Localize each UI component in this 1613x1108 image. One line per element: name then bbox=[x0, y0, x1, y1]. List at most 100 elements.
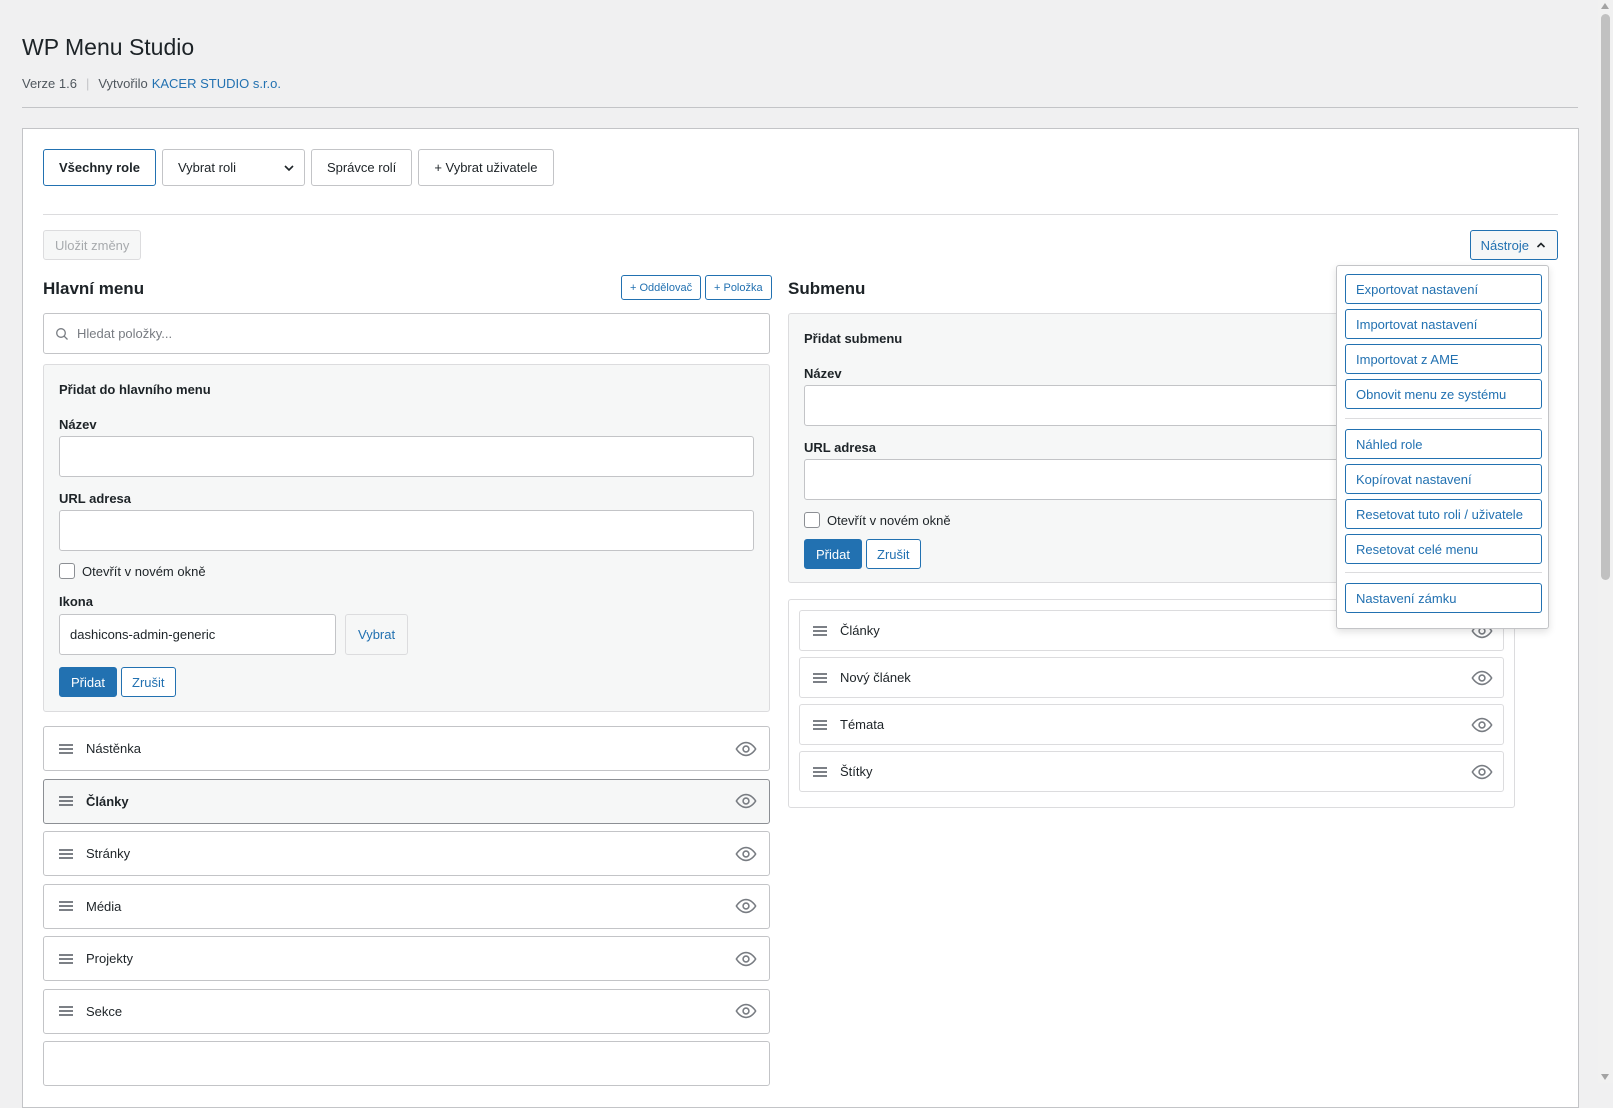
tools-menu-item[interactable]: Exportovat nastavení bbox=[1345, 274, 1542, 304]
tools-menu-item[interactable]: Nastavení zámku bbox=[1345, 583, 1542, 613]
eye-icon[interactable] bbox=[1471, 714, 1493, 736]
tools-menu-item[interactable]: Resetovat tuto roli / uživatele bbox=[1345, 499, 1542, 529]
menu-item[interactable]: Média bbox=[43, 883, 770, 929]
eye-icon[interactable] bbox=[1471, 667, 1493, 689]
checkbox-box[interactable] bbox=[804, 512, 820, 528]
role-manager-button[interactable]: Správce rolí bbox=[310, 149, 413, 186]
add-separator-button[interactable]: + Oddělovač bbox=[621, 275, 702, 300]
add-main-menu-heading: Přidat do hlavního menu bbox=[59, 382, 211, 397]
title-divider bbox=[22, 107, 1578, 108]
add-button[interactable]: Přidat bbox=[59, 667, 117, 697]
chevron-down-icon bbox=[282, 161, 296, 175]
role-select[interactable]: Vybrat roli bbox=[161, 149, 305, 186]
url-label: URL adresa bbox=[59, 491, 132, 506]
add-submenu-heading: Přidat submenu bbox=[804, 331, 903, 346]
role-select-label: Vybrat roli bbox=[177, 160, 236, 175]
drag-handle-icon[interactable] bbox=[58, 846, 74, 862]
submenu-item[interactable]: Témata bbox=[799, 704, 1504, 745]
new-window-label: Otevřít v novém okně bbox=[82, 563, 206, 579]
item-label: Témata bbox=[840, 717, 885, 732]
role-bar: Všechny role Vybrat roli Správce rolí + … bbox=[43, 149, 554, 186]
menu-item[interactable]: Články bbox=[43, 778, 770, 824]
drag-handle-icon[interactable] bbox=[58, 898, 74, 914]
name-field[interactable] bbox=[59, 436, 754, 477]
menu-item[interactable] bbox=[43, 1041, 770, 1086]
item-label: Štítky bbox=[840, 764, 873, 779]
url-field[interactable] bbox=[59, 510, 754, 551]
drag-handle-icon[interactable] bbox=[58, 951, 74, 967]
select-user-button[interactable]: + Vybrat uživatele bbox=[418, 149, 554, 186]
tools-menu-divider bbox=[1345, 572, 1542, 573]
scroll-down-icon[interactable] bbox=[1601, 1074, 1609, 1080]
submenu-item[interactable]: Štítky bbox=[799, 751, 1504, 792]
eye-icon[interactable] bbox=[1471, 761, 1493, 783]
drag-handle-icon[interactable] bbox=[58, 793, 74, 809]
eye-icon[interactable] bbox=[735, 948, 757, 970]
eye-icon[interactable] bbox=[735, 895, 757, 917]
submenu-cancel-button[interactable]: Zrušit bbox=[866, 539, 921, 569]
drag-handle-icon[interactable] bbox=[58, 1003, 74, 1019]
drag-handle-icon[interactable] bbox=[58, 741, 74, 757]
page-scrollbar[interactable] bbox=[1598, 0, 1613, 1083]
item-label: Nový článek bbox=[840, 670, 911, 685]
tools-menu-item[interactable]: Importovat z AME bbox=[1345, 344, 1542, 374]
tools-button-label: Nástroje bbox=[1480, 237, 1529, 253]
main-menu-title: Hlavní menu bbox=[43, 279, 145, 298]
new-window-checkbox[interactable]: Otevřít v novém okně bbox=[59, 563, 206, 579]
menu-item[interactable]: Nástěnka bbox=[43, 726, 770, 771]
tools-menu-item[interactable]: Resetovat celé menu bbox=[1345, 534, 1542, 564]
eye-icon[interactable] bbox=[735, 1000, 757, 1022]
scrollbar-thumb[interactable] bbox=[1601, 14, 1610, 580]
choose-icon-button[interactable]: Vybrat bbox=[345, 614, 409, 655]
submenu-list: Články Nový článek Témata Štítky bbox=[788, 599, 1515, 808]
tools-dropdown: Exportovat nastavení Importovat nastavení… bbox=[1336, 265, 1549, 629]
submenu-add-button[interactable]: Přidat bbox=[804, 539, 862, 569]
tools-menu-item[interactable]: Obnovit menu ze systému bbox=[1345, 379, 1542, 409]
item-label: Projekty bbox=[86, 951, 133, 966]
toolbar-divider bbox=[43, 214, 1558, 215]
menu-item[interactable]: Stránky bbox=[43, 831, 770, 876]
icon-label: Ikona bbox=[59, 594, 93, 609]
version-text: Verze 1.6 bbox=[22, 76, 77, 91]
chevron-up-icon bbox=[1535, 239, 1547, 251]
cancel-button[interactable]: Zrušit bbox=[121, 667, 176, 697]
add-item-button[interactable]: + Položka bbox=[705, 275, 772, 300]
search-icon bbox=[55, 327, 69, 341]
tools-menu-item[interactable]: Náhled role bbox=[1345, 429, 1542, 459]
drag-handle-icon[interactable] bbox=[812, 623, 828, 639]
tools-menu-item[interactable]: Kopírovat nastavení bbox=[1345, 464, 1542, 494]
icon-field[interactable]: dashicons-admin-generic bbox=[59, 614, 336, 655]
search-placeholder: Hledat položky... bbox=[77, 326, 173, 341]
scroll-up-icon[interactable] bbox=[1601, 3, 1609, 9]
tools-menu-divider bbox=[1345, 418, 1542, 419]
eye-icon[interactable] bbox=[735, 738, 757, 760]
menu-item[interactable]: Sekce bbox=[43, 988, 770, 1034]
submenu-new-window-label: Otevřít v novém okně bbox=[827, 512, 951, 528]
drag-handle-icon[interactable] bbox=[812, 670, 828, 686]
search-input[interactable]: Hledat položky... bbox=[43, 313, 770, 354]
drag-handle-icon[interactable] bbox=[812, 717, 828, 733]
plugin-meta: Verze 1.6 | Vytvořilo KACER STUDIO s.r.o… bbox=[22, 76, 281, 91]
item-label: Nástěnka bbox=[86, 741, 141, 756]
page-title: WP Menu Studio bbox=[22, 34, 195, 60]
eye-icon[interactable] bbox=[735, 843, 757, 865]
item-label: Stránky bbox=[86, 846, 131, 861]
save-changes-button[interactable]: Uložit změny bbox=[43, 230, 142, 260]
tools-menu-item[interactable]: Importovat nastavení bbox=[1345, 309, 1542, 339]
eye-icon[interactable] bbox=[735, 790, 757, 812]
tools-button[interactable]: Nástroje bbox=[1469, 230, 1558, 260]
item-label: Články bbox=[86, 793, 129, 809]
submenu-title: Submenu bbox=[788, 279, 866, 298]
submenu-url-label: URL adresa bbox=[804, 440, 877, 455]
submenu-name-label: Název bbox=[804, 366, 842, 381]
drag-handle-icon[interactable] bbox=[812, 764, 828, 780]
author-link[interactable]: KACER STUDIO s.r.o. bbox=[152, 76, 281, 91]
created-by-text: Vytvořilo bbox=[98, 76, 148, 91]
submenu-new-window-checkbox[interactable]: Otevřít v novém okně bbox=[804, 512, 951, 528]
item-label: Sekce bbox=[86, 1003, 123, 1019]
checkbox-box[interactable] bbox=[59, 563, 75, 579]
meta-separator: | bbox=[85, 76, 90, 91]
submenu-item[interactable]: Nový článek bbox=[799, 657, 1504, 698]
menu-item[interactable]: Projekty bbox=[43, 936, 770, 981]
all-roles-button[interactable]: Všechny role bbox=[43, 149, 156, 186]
